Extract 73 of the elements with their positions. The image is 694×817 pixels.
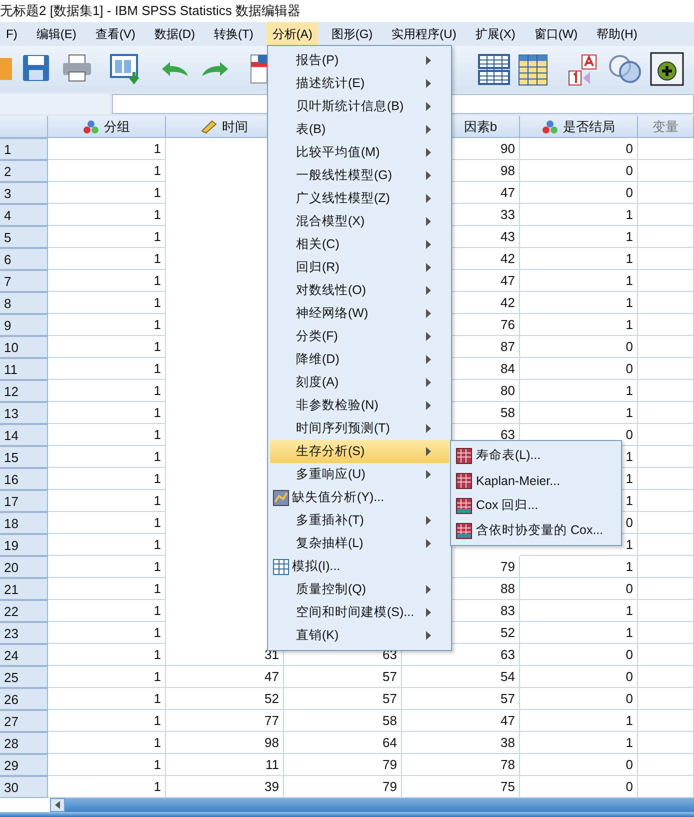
table-cell: 0 [520, 688, 638, 710]
table-cell: 1 [520, 204, 638, 226]
table-cell: 1 [48, 710, 166, 732]
table-cell: 1 [48, 204, 166, 226]
table-cell: 1 [48, 248, 166, 270]
table-cell: 1 [48, 556, 166, 578]
table-cell: 1 [48, 292, 166, 314]
table-cell: 54 [402, 666, 520, 688]
table-cell: 52 [166, 688, 284, 710]
table-cell: 1 [520, 402, 638, 424]
table-cell: 1 [48, 402, 166, 424]
table-cell: 1 [48, 688, 166, 710]
table-cell: 1 [48, 138, 166, 160]
table-cell: 1 [48, 490, 166, 512]
table-cell: 0 [520, 336, 638, 358]
table-cell: 0 [520, 666, 638, 688]
window-title: 无标题2 [数据集1] - IBM SPSS Statistics 数据编辑器 [0, 2, 300, 20]
column-label: 分组 [104, 118, 130, 136]
table-cell: 11 [166, 754, 284, 776]
table-cell: 1 [48, 622, 166, 644]
table-cell: 78 [402, 754, 520, 776]
table-cell: 1 [520, 600, 638, 622]
column-label: 时间 [222, 118, 248, 136]
table-cell: 1 [48, 314, 166, 336]
table-cell: 98 [166, 732, 284, 754]
table-cell: 38 [402, 732, 520, 754]
table-cell: 0 [520, 754, 638, 776]
table-cell: 0 [520, 358, 638, 380]
table-cell: 58 [284, 710, 402, 732]
table-cell: 1 [520, 732, 638, 754]
table-cell: 1 [520, 292, 638, 314]
table-cell: 1 [520, 226, 638, 248]
table-cell: 1 [520, 248, 638, 270]
table-cell: 1 [48, 358, 166, 380]
table-cell: 77 [166, 710, 284, 732]
table-cell: 1 [48, 644, 166, 666]
table-cell: 1 [48, 600, 166, 622]
table-cell: 1 [48, 446, 166, 468]
table-cell: 1 [48, 226, 166, 248]
table-cell: 1 [48, 666, 166, 688]
table-cell: 1 [520, 622, 638, 644]
table-cell: 57 [402, 688, 520, 710]
table-cell: 1 [48, 182, 166, 204]
column-label: 是否结局 [563, 118, 615, 136]
table-cell: 47 [402, 710, 520, 732]
table-cell: 0 [520, 182, 638, 204]
table-cell: 1 [520, 270, 638, 292]
table-cell: 0 [520, 644, 638, 666]
table-cell: 1 [48, 534, 166, 556]
table-cell: 1 [48, 160, 166, 182]
table-cell: 0 [520, 160, 638, 182]
table-cell: 1 [48, 336, 166, 358]
column-label: 因素b [464, 118, 498, 136]
table-cell: 1 [520, 314, 638, 336]
table-cell: 57 [284, 666, 402, 688]
table-cell: 1 [520, 556, 638, 578]
table-cell: 1 [48, 380, 166, 402]
table-cell: 79 [284, 754, 402, 776]
table-cell: 1 [48, 270, 166, 292]
table-cell: 1 [48, 754, 166, 776]
table-cell: 1 [520, 380, 638, 402]
column-label: 变量 [652, 118, 678, 136]
table-cell: 1 [48, 512, 166, 534]
table-cell: 0 [520, 138, 638, 160]
table-cell: 1 [520, 710, 638, 732]
table-cell: 57 [284, 688, 402, 710]
table-cell: 64 [284, 732, 402, 754]
table-cell: 1 [48, 468, 166, 490]
table-cell: 0 [520, 578, 638, 600]
table-cell: 47 [166, 666, 284, 688]
table-cell: 1 [48, 732, 166, 754]
table-cell: 1 [48, 424, 166, 446]
table-cell: 1 [48, 578, 166, 600]
